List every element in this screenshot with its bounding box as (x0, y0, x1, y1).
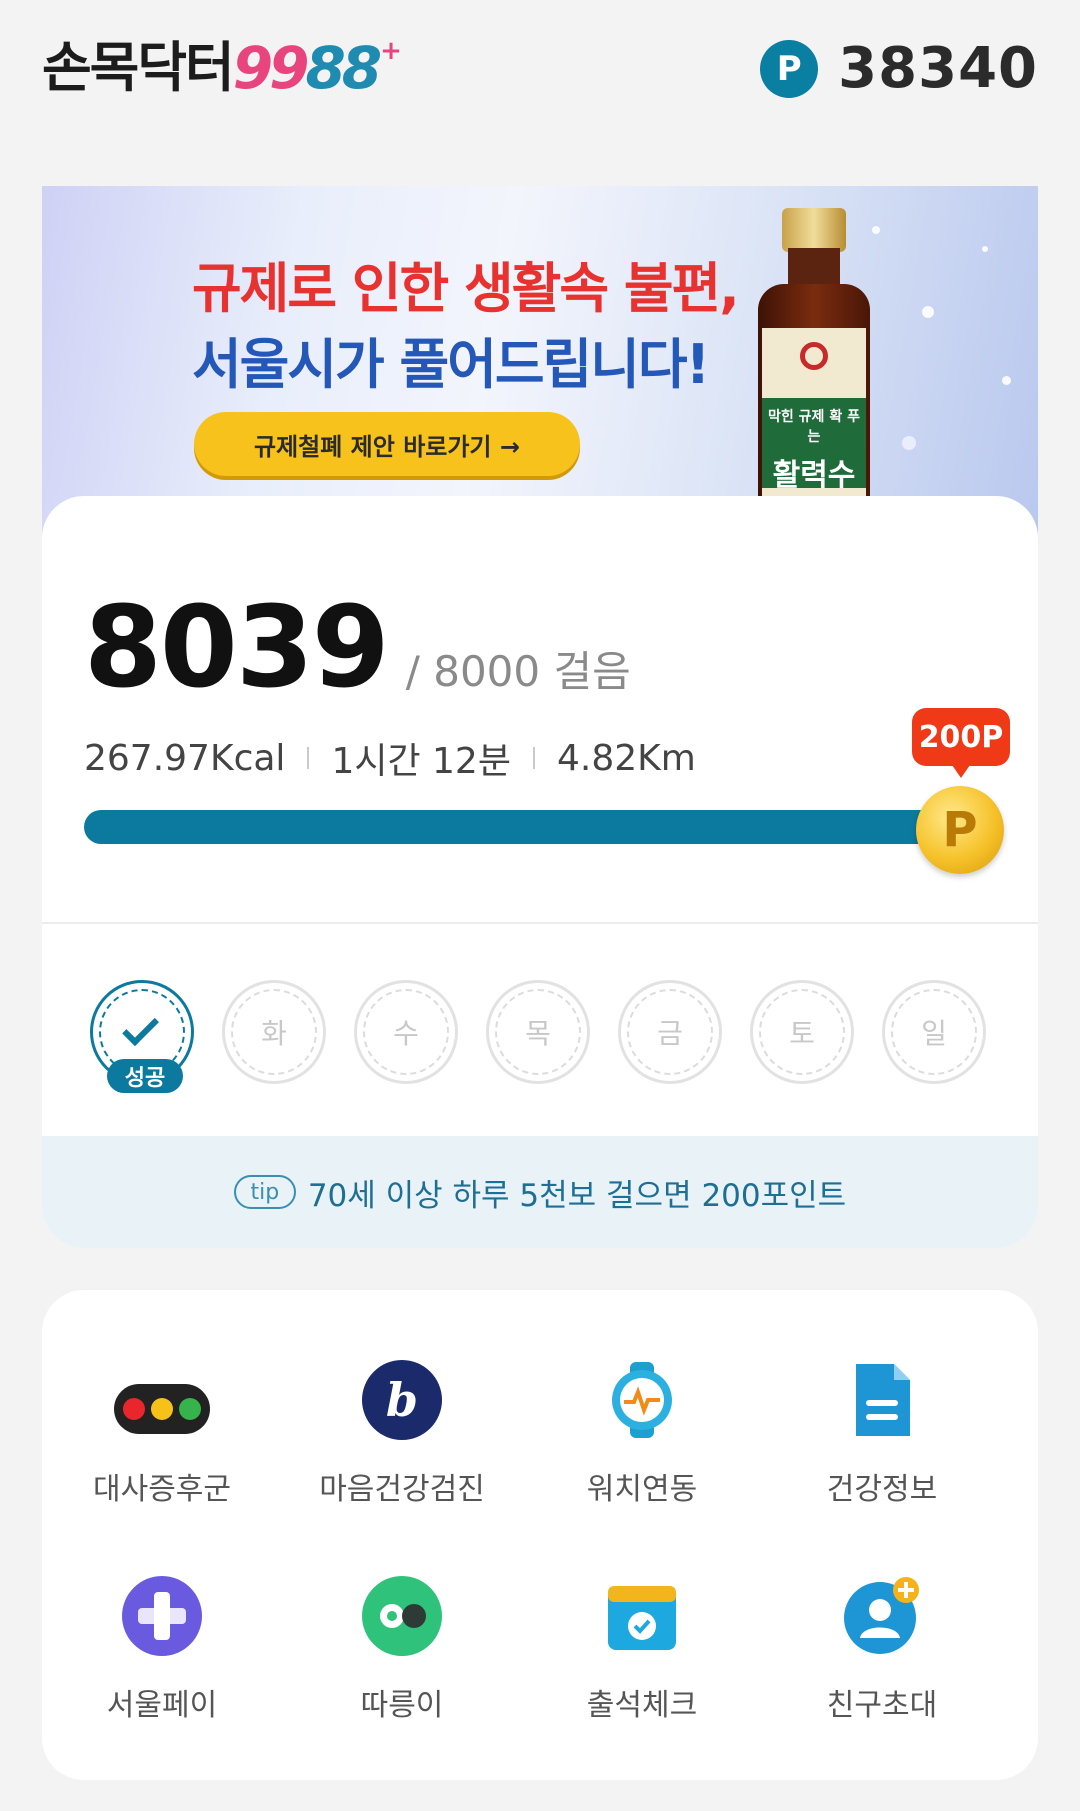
quick-menu: 대사증후군 b 마음건강검진 워치연동 건강정보 서울페이 따릉이 출석체크 친… (42, 1290, 1038, 1780)
steps-card: 8039 / 8000 걸음 267.97Kcal 1시간 12분 4.82Km… (42, 496, 1038, 1248)
logo-number-1: 99 (232, 34, 310, 102)
calendar-check-icon (602, 1576, 682, 1656)
sparkle (872, 226, 880, 234)
points-value: 38340 (838, 36, 1038, 101)
menu-watch-sync[interactable]: 워치연동 (522, 1360, 762, 1520)
bike-icon (362, 1576, 442, 1656)
logo-number-2: 88 (305, 34, 382, 102)
step-goal: / 8000 걸음 (405, 647, 631, 696)
menu-label: 서울페이 (106, 1688, 218, 1723)
menu-invite-friend[interactable]: 친구초대 (762, 1576, 1002, 1736)
app-header: 손목닥터 99 88 + P 38340 (0, 0, 1080, 150)
menu-label: 마음건강검진 (319, 1472, 485, 1507)
day-label: 화 (231, 989, 317, 1075)
divider (532, 747, 535, 769)
day-circle-done[interactable]: 성공 (90, 980, 194, 1093)
tip-bar[interactable]: tip 70세 이상 하루 5천보 걸으면 200포인트 (42, 1136, 1038, 1248)
distance-value: 4.82Km (556, 737, 696, 779)
day-label: 금 (627, 989, 713, 1075)
bottle-band: 막힌 규제 확 푸는 활력수 (762, 398, 866, 493)
menu-attendance[interactable]: 출석체크 (522, 1576, 762, 1736)
day-label: 일 (891, 989, 977, 1075)
banner-headline-2: 서울시가 풀어드립니다! (192, 333, 710, 396)
logo-plus: + (380, 36, 402, 66)
day-label: 토 (759, 989, 845, 1075)
menu-label: 친구초대 (826, 1688, 938, 1723)
point-coin-icon[interactable]: P (916, 786, 1004, 874)
banner-cta-button[interactable]: 규제철폐 제안 바로가기 → (194, 412, 580, 476)
watch-icon (602, 1360, 682, 1440)
reward-bubble: 200P (912, 708, 1010, 778)
calories-value: 267.97Kcal (84, 737, 286, 779)
bottle-neck (788, 248, 840, 288)
points-balance[interactable]: P 38340 (760, 36, 1038, 101)
point-icon: P (760, 39, 819, 98)
day-circle[interactable]: 토 (750, 980, 854, 1084)
success-badge: 성공 (107, 1059, 183, 1093)
logo-text: 손목닥터 (42, 36, 235, 99)
day-label: 목 (495, 989, 581, 1075)
weekly-attendance: 성공 화 수 목 금 토 일 (90, 980, 990, 1093)
traffic-light-icon (114, 1384, 210, 1434)
bottle-label: 막힌 규제 확 푸는 활력수 (762, 328, 866, 508)
banner-headline-1: 규제로 인한 생활속 불편, (192, 257, 740, 320)
app-logo[interactable]: 손목닥터 99 88 + (42, 34, 402, 102)
bottle-band-top: 막힌 규제 확 푸는 (768, 409, 860, 445)
menu-label: 워치연동 (586, 1472, 698, 1507)
invite-friend-icon (842, 1576, 922, 1656)
step-count: 8039 (84, 583, 390, 713)
menu-label: 건강정보 (826, 1472, 938, 1507)
menu-label: 따릉이 (360, 1688, 444, 1723)
steps-summary: 8039 / 8000 걸음 (84, 592, 631, 704)
step-progress-bar (84, 810, 964, 844)
activity-stats: 267.97Kcal 1시간 12분 4.82Km (84, 732, 696, 784)
section-divider (42, 922, 1038, 924)
day-circle[interactable]: 금 (618, 980, 722, 1084)
day-circle[interactable]: 수 (354, 980, 458, 1084)
day-circle[interactable]: 일 (882, 980, 986, 1084)
bottle-band-main: 활력수 (772, 458, 856, 493)
menu-health-info[interactable]: 건강정보 (762, 1360, 1002, 1520)
menu-mind-check[interactable]: b 마음건강검진 (282, 1360, 522, 1520)
sparkle (1002, 376, 1011, 385)
tip-text: 70세 이상 하루 5천보 걸으면 200포인트 (307, 1177, 847, 1214)
sparkle (982, 246, 988, 252)
document-icon (842, 1360, 922, 1440)
promo-banner[interactable]: 규제로 인한 생활속 불편, 서울시가 풀어드립니다! 규제철폐 제안 바로가기… (42, 186, 1038, 546)
day-label: 수 (363, 989, 449, 1075)
menu-seoul-pay[interactable]: 서울페이 (42, 1576, 282, 1736)
sparkle (922, 306, 934, 318)
sparkle (902, 436, 916, 450)
mind-check-icon: b (362, 1360, 442, 1440)
key-icon (800, 342, 828, 370)
seoulpay-icon (122, 1576, 202, 1656)
divider (307, 747, 310, 769)
menu-ddareungi[interactable]: 따릉이 (282, 1576, 522, 1736)
menu-metabolic-syndrome[interactable]: 대사증후군 (42, 1360, 282, 1520)
menu-label: 대사증후군 (93, 1472, 231, 1507)
duration-value: 1시간 12분 (331, 741, 511, 782)
day-circle[interactable]: 화 (222, 980, 326, 1084)
day-circle[interactable]: 목 (486, 980, 590, 1084)
tip-pill: tip (233, 1175, 296, 1209)
bottle-cap (782, 208, 846, 252)
menu-label: 출석체크 (586, 1688, 698, 1723)
